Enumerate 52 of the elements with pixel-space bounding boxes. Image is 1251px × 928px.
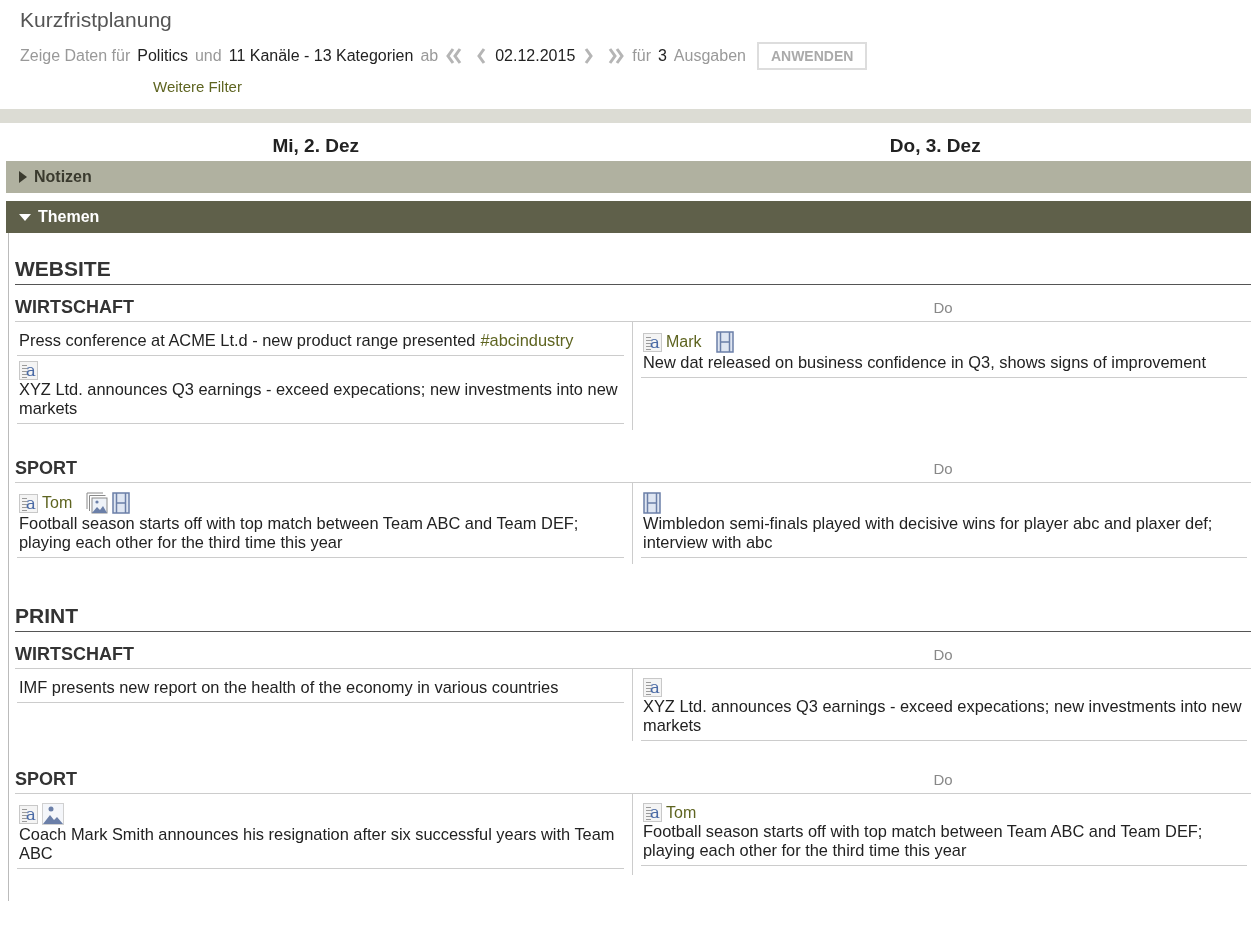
filter-label: ab bbox=[420, 47, 439, 65]
day-label: Do bbox=[932, 646, 954, 663]
image-icon bbox=[42, 803, 64, 825]
topic-text: Football season starts off with top match between Team ABC and Team DEF; playing each other for the third time this year bbox=[19, 514, 580, 552]
text-article-icon: a bbox=[643, 332, 662, 352]
film-strip-icon bbox=[715, 331, 734, 353]
film-strip-icon bbox=[643, 492, 661, 514]
category-heading: WIRTSCHAFT bbox=[15, 297, 135, 318]
author-name[interactable]: Mark bbox=[666, 333, 702, 351]
filter-label: Ausgaben bbox=[673, 47, 746, 65]
issue-count[interactable]: 3 bbox=[657, 47, 667, 65]
day-heading: Mi, 2. Dez bbox=[271, 135, 361, 158]
category-heading: WIRTSCHAFT bbox=[15, 644, 135, 665]
day-heading: Do, 3. Dez bbox=[888, 135, 982, 158]
text-article-icon: a bbox=[19, 493, 38, 513]
topic-text: Coach Mark Smith announces his resignation after six successful years with Team ABC bbox=[19, 825, 616, 863]
filter-label: für bbox=[632, 47, 651, 65]
topic-text: Wimbledon semi-finals played with decisive wins for player abc and plaxer def; interview with abc bbox=[643, 514, 1214, 552]
film-strip-icon bbox=[112, 492, 131, 514]
topic-text: New dat released on business confidence in Q3, shows signs of improvement bbox=[643, 353, 1208, 372]
topic-text: Football season starts off with top match between Team ABC and Team DEF; playing each other for the third time this year bbox=[643, 822, 1204, 860]
panel-header[interactable]: Notizen bbox=[6, 161, 1251, 193]
category-heading: SPORT bbox=[15, 458, 78, 479]
date-field[interactable]: 02.12.2015 bbox=[495, 47, 576, 65]
topic-text: IMF presents new report on the health of the economy in various countries bbox=[19, 678, 560, 697]
topic-text: XYZ Ltd. announces Q3 earnings - exceed expecations; new investments into new markets bbox=[19, 380, 619, 418]
filter-label: und bbox=[194, 47, 222, 65]
image-gallery-icon bbox=[86, 492, 109, 514]
page-title: Kurzfristplanung bbox=[20, 8, 173, 32]
text-article-icon: a bbox=[643, 678, 662, 697]
filter-label: Zeige Daten für bbox=[20, 47, 131, 65]
topic-text: Press conference at ACME Lt.d - new product range presented #abcindustry bbox=[19, 331, 575, 350]
text-article-icon: a bbox=[19, 804, 38, 824]
section-heading: WEBSITE bbox=[15, 233, 1251, 285]
section-heading: PRINT bbox=[15, 580, 1251, 632]
topic-selector[interactable]: Politics bbox=[137, 47, 188, 65]
day-label: Do bbox=[932, 771, 954, 788]
text-article-icon: a bbox=[643, 803, 662, 822]
caret-down-icon bbox=[18, 212, 32, 222]
topic-text: XYZ Ltd. announces Q3 earnings - exceed expecations; new investments into new markets bbox=[643, 697, 1243, 735]
hashtag-link[interactable]: #abcindustry bbox=[480, 331, 574, 349]
category-heading: SPORT bbox=[15, 769, 78, 790]
author-name[interactable]: Tom bbox=[666, 803, 697, 822]
day-label: Do bbox=[932, 460, 954, 477]
caret-right-icon bbox=[18, 170, 28, 184]
text-article-icon: a bbox=[19, 361, 38, 380]
author-name[interactable]: Tom bbox=[42, 494, 73, 512]
channel-selector[interactable]: 11 Kanäle - 13 Kategorien bbox=[228, 47, 414, 65]
right-chevron-icon[interactable] bbox=[582, 47, 595, 65]
day-label: Do bbox=[932, 299, 954, 316]
panel-header[interactable]: Themen bbox=[6, 201, 1251, 233]
more-filters-link[interactable]: Weitere Filter bbox=[153, 78, 242, 95]
